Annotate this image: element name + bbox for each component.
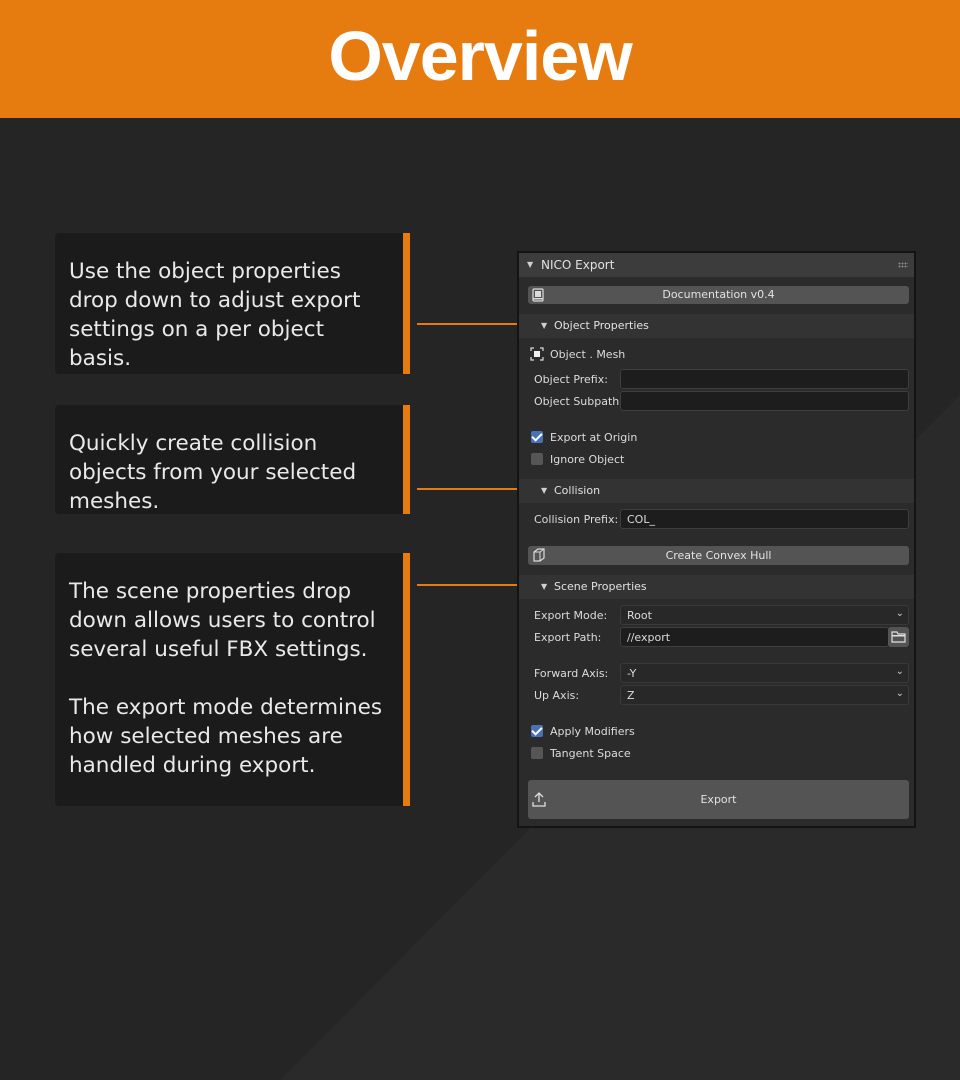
collapse-arrow-icon[interactable]: ▼ [527, 260, 533, 269]
export-button[interactable]: Export [528, 780, 909, 819]
browse-folder-button[interactable] [888, 627, 909, 647]
export-path-label: Export Path: [534, 631, 602, 644]
collapse-arrow-icon[interactable]: ▼ [541, 582, 547, 591]
object-icon [530, 347, 544, 361]
object-subpath-label: Object Subpath: [534, 395, 623, 408]
export-label: Export [700, 793, 737, 806]
folder-icon [891, 631, 906, 643]
export-path-field[interactable]: //export [620, 627, 889, 647]
upload-icon [532, 792, 546, 807]
export-at-origin-checkbox[interactable] [531, 431, 543, 443]
up-axis-select[interactable]: Z ⌄ [620, 685, 909, 705]
object-prefix-field[interactable] [620, 369, 909, 389]
object-properties-title: Object Properties [554, 319, 649, 332]
convex-hull-icon [533, 548, 545, 562]
documentation-label: Documentation v0.4 [662, 288, 775, 301]
chevron-down-icon: ⌄ [895, 666, 904, 677]
chevron-down-icon: ⌄ [895, 688, 904, 699]
page-title: Overview [328, 17, 632, 95]
callout-text: The export mode determines how selected … [69, 695, 383, 778]
apply-modifiers-label: Apply Modifiers [550, 725, 635, 738]
callout-text: Use the object properties drop down to a… [69, 259, 361, 371]
object-prefix-label: Object Prefix: [534, 373, 608, 386]
export-mode-select[interactable]: Root ⌄ [620, 605, 909, 625]
callout-text: Quickly create collision objects from yo… [69, 431, 357, 514]
object-subpath-field[interactable] [620, 391, 909, 411]
apply-modifiers-checkbox[interactable] [531, 725, 543, 737]
panel-title: NICO Export [541, 258, 615, 272]
nico-export-panel: ▼ NICO Export Documentation v0.4 ▼ Objec… [517, 251, 916, 828]
scene-properties-header[interactable]: ▼ Scene Properties [519, 575, 914, 599]
callout-text: The scene properties drop down allows us… [69, 579, 376, 662]
create-convex-hull-button[interactable]: Create Convex Hull [528, 546, 909, 565]
collapse-arrow-icon[interactable]: ▼ [541, 486, 547, 495]
ignore-object-label: Ignore Object [550, 453, 625, 466]
callout-scene-properties: The scene properties drop down allows us… [55, 553, 410, 806]
export-at-origin-label: Export at Origin [550, 431, 638, 444]
documentation-button[interactable]: Documentation v0.4 [528, 286, 909, 304]
collision-prefix-field[interactable]: COL_ [620, 509, 909, 529]
tangent-space-label: Tangent Space [550, 747, 631, 760]
object-properties-header[interactable]: ▼ Object Properties [519, 314, 914, 338]
export-mode-value: Root [627, 609, 652, 622]
connector-line [417, 323, 527, 325]
up-axis-value: Z [627, 689, 635, 702]
forward-axis-select[interactable]: -Y ⌄ [620, 663, 909, 683]
scene-properties-title: Scene Properties [554, 580, 647, 593]
help-book-icon [532, 288, 544, 302]
up-axis-label: Up Axis: [534, 689, 580, 702]
forward-axis-label: Forward Axis: [534, 667, 609, 680]
connector-line [417, 488, 527, 490]
drag-handle-icon[interactable] [898, 262, 908, 268]
collision-title: Collision [554, 484, 601, 497]
connector-line [417, 584, 527, 586]
convex-hull-label: Create Convex Hull [665, 549, 772, 562]
ignore-object-checkbox[interactable] [531, 453, 543, 465]
collision-header[interactable]: ▼ Collision [519, 479, 914, 503]
collision-prefix-label: Collision Prefix: [534, 513, 619, 526]
collapse-arrow-icon[interactable]: ▼ [541, 321, 547, 330]
callout-object-properties: Use the object properties drop down to a… [55, 233, 410, 374]
panel-header[interactable]: ▼ NICO Export [519, 253, 914, 277]
forward-axis-value: -Y [627, 667, 637, 680]
export-mode-label: Export Mode: [534, 609, 608, 622]
chevron-down-icon: ⌄ [895, 608, 904, 619]
callout-collision: Quickly create collision objects from yo… [55, 405, 410, 514]
object-name-label: Object . Mesh [550, 348, 626, 361]
header-banner: Overview [0, 0, 960, 118]
tangent-space-checkbox[interactable] [531, 747, 543, 759]
